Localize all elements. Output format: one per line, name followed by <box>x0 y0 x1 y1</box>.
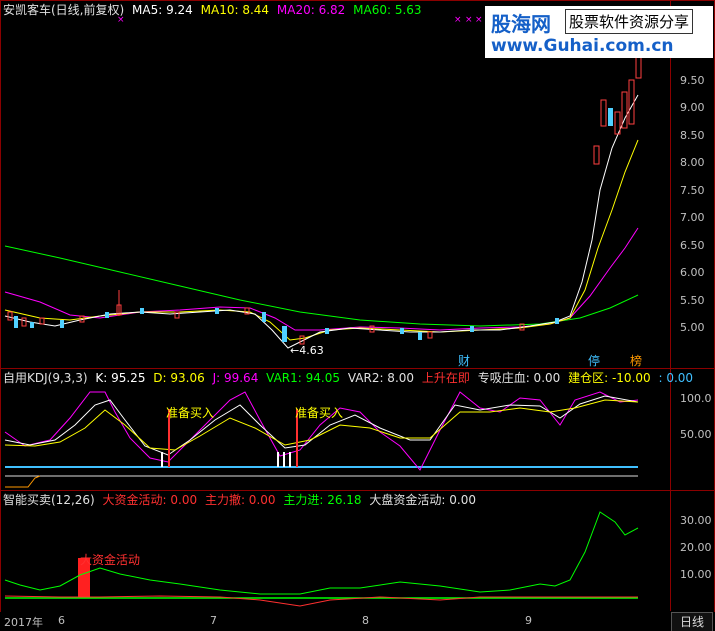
smart-tick-10: 10.00 <box>680 568 712 581</box>
kdj-var2: VAR2: 8.00 <box>347 371 415 385</box>
chart-canvas: ×××× ×××× <box>4 15 642 607</box>
price-tick: 9.00 <box>680 101 705 114</box>
kdj-orange-step <box>5 475 41 488</box>
kdj-tick-100: 100.0 <box>680 392 712 405</box>
tag-ting[interactable]: 停 <box>588 352 600 369</box>
price-tick: 7.50 <box>680 184 705 197</box>
candles <box>7 47 642 345</box>
kdj-tick-50: 50.00 <box>680 428 712 441</box>
price-tick: 6.00 <box>680 266 705 279</box>
kdj-k: K: 95.25 <box>95 371 146 385</box>
smart-header: 智能买卖(12,26) 大资金活动: 0.00 主力撤: 0.00 主力进: 2… <box>3 493 480 507</box>
svg-text:×: × <box>465 15 473 25</box>
svg-text:×: × <box>475 15 483 25</box>
stock-title: 安凯客车(日线,前复权) <box>3 3 125 17</box>
date-month-6: 6 <box>58 614 65 627</box>
price-tick: 5.00 <box>680 321 705 334</box>
white-tick-marks <box>161 452 291 467</box>
logo-url: www.Guhai.com.cn <box>491 36 674 56</box>
svg-text:×: × <box>454 15 462 25</box>
buy-signal-1: 准备买入 <box>166 406 215 420</box>
price-tick: 9.50 <box>680 74 705 87</box>
logo-title: 股海网 <box>491 12 551 36</box>
main-header: 安凯客车(日线,前复权) MA5: 9.24 MA10: 8.44 MA20: … <box>3 3 426 17</box>
smart-main-in: 主力进: 26.18 <box>283 493 362 507</box>
ma60-line <box>4 245 639 327</box>
ma10-line <box>4 139 639 341</box>
kdj-jiancang: 建仓区: -10.00 <box>568 371 651 385</box>
logo-slogan: 股票软件资源分享 <box>565 9 694 34</box>
date-month-7: 7 <box>210 614 217 627</box>
price-tick: 8.00 <box>680 156 705 169</box>
ma60-label: MA60: 5.63 <box>353 3 422 17</box>
ma5-line <box>4 94 639 349</box>
kdj-zhuanxi: 专吸庄血: 0.00 <box>477 371 561 385</box>
stock-chart-window: { "main": { "title": "安凯客车(日线,前复权)", "ma… <box>0 0 715 631</box>
kdj-d: D: 93.06 <box>153 371 205 385</box>
kdj-name: 自用KDJ(9,3,3) <box>3 371 88 385</box>
date-year: 2017年 <box>4 616 43 629</box>
smart-big-fund: 大资金活动: 0.00 <box>102 493 198 507</box>
smart-name: 智能买卖(12,26) <box>3 493 95 507</box>
price-tick: 8.50 <box>680 129 705 142</box>
tag-bang[interactable]: 榜 <box>630 352 642 369</box>
period-selector-button[interactable]: 日线 <box>671 612 713 631</box>
tag-cai[interactable]: 财 <box>458 352 470 369</box>
smart-tick-20: 20.00 <box>680 541 712 554</box>
big-fund-annotation: 大资金活动 <box>80 553 141 567</box>
kdj-shangsheng: 上升在即 <box>421 371 470 385</box>
date-month-8: 8 <box>362 614 369 627</box>
buy-signal-2: 准备买入 <box>295 406 344 420</box>
ma20-label: MA20: 6.82 <box>276 3 346 17</box>
date-month-9: 9 <box>525 614 532 627</box>
logo-banner[interactable]: 股海网 股票软件资源分享 www.Guhai.com.cn <box>485 6 713 58</box>
kdj-tail: : 0.00 <box>658 371 694 385</box>
smart-main-out: 主力撤: 0.00 <box>204 493 276 507</box>
price-tick: 5.50 <box>680 294 705 307</box>
kdj-var1: VAR1: 94.05 <box>266 371 340 385</box>
smart-market-fund: 大盘资金活动: 0.00 <box>369 493 476 507</box>
date-axis <box>0 612 715 631</box>
kdj-j: J: 99.64 <box>212 371 259 385</box>
ma10-label: MA10: 8.44 <box>200 3 270 17</box>
kdj-header: 自用KDJ(9,3,3) K: 95.25 D: 93.06 J: 99.64 … <box>3 371 697 385</box>
low-price-marker: ←4.63 <box>290 344 324 357</box>
price-tick: 6.50 <box>680 239 705 252</box>
price-tick: 7.00 <box>680 211 705 224</box>
ma5-label: MA5: 9.24 <box>132 3 193 17</box>
smart-tick-30: 30.00 <box>680 514 712 527</box>
